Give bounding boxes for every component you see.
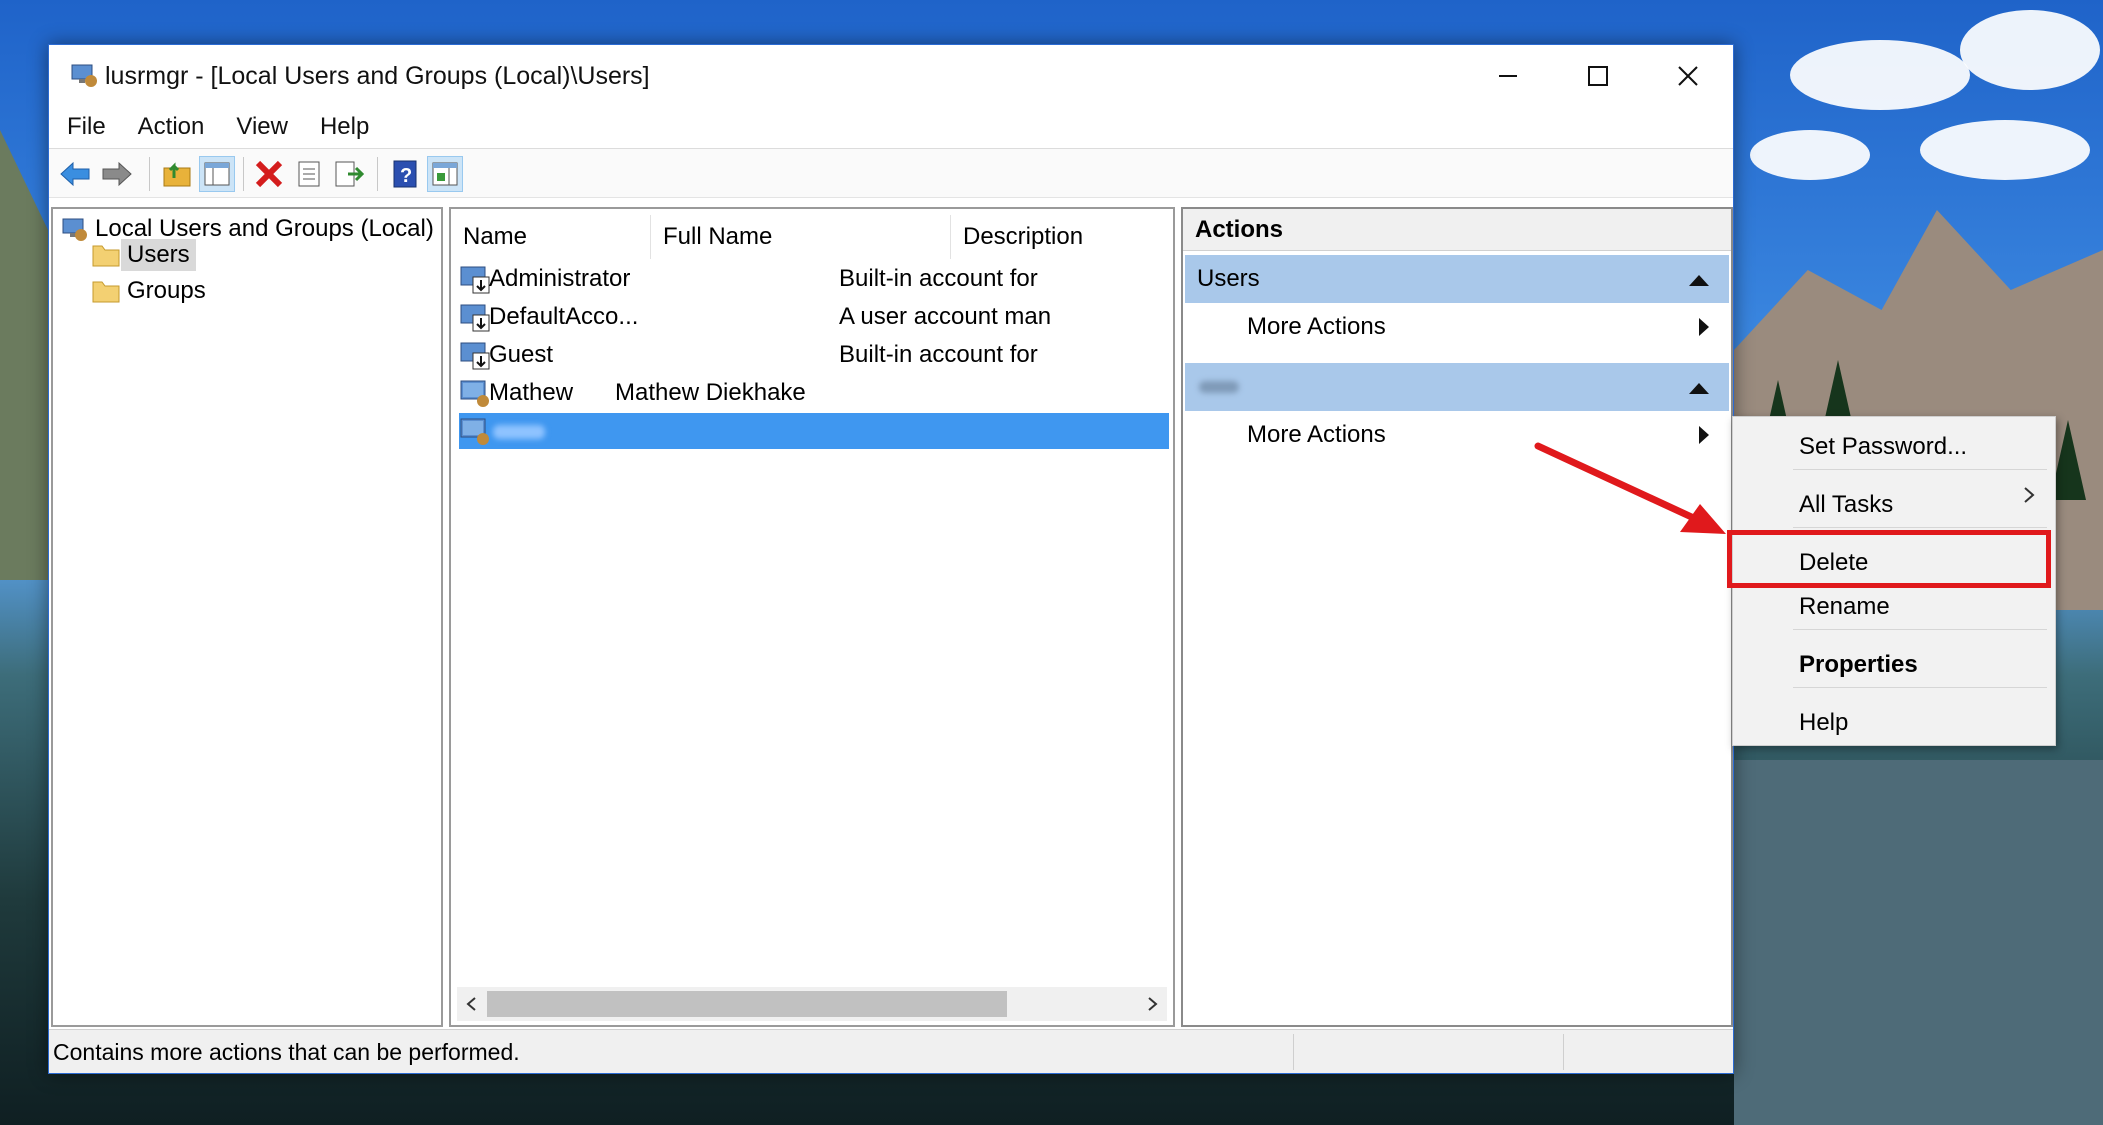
status-divider bbox=[1563, 1034, 1564, 1070]
delete-highlight-box bbox=[1727, 530, 2051, 588]
show-hide-action-pane-icon[interactable] bbox=[427, 156, 463, 192]
menu-action[interactable]: Action bbox=[138, 113, 205, 141]
title-bar[interactable]: lusrmgr - [Local Users and Groups (Local… bbox=[49, 45, 1733, 107]
users-groups-icon bbox=[62, 218, 87, 241]
user-icon bbox=[460, 418, 489, 445]
more-actions-users[interactable]: More Actions bbox=[1183, 305, 1731, 349]
scrollbar-thumb[interactable] bbox=[487, 991, 1007, 1017]
up-folder-icon[interactable] bbox=[159, 156, 195, 192]
cloud bbox=[1790, 40, 1970, 110]
cloud bbox=[1920, 120, 2090, 180]
properties-icon[interactable] bbox=[291, 156, 327, 192]
menu-help[interactable]: Help bbox=[320, 113, 369, 141]
menu-separator bbox=[1793, 629, 2047, 630]
back-arrow-icon[interactable] bbox=[57, 156, 93, 192]
console-tree: Local Users and Groups (Local) Users Gro… bbox=[51, 207, 443, 1027]
forward-arrow-icon[interactable] bbox=[99, 156, 135, 192]
actions-group-label: Users bbox=[1197, 265, 1260, 292]
scroll-left-icon[interactable] bbox=[465, 997, 477, 1011]
column-header-description[interactable]: Description bbox=[951, 215, 1175, 259]
cloud bbox=[1750, 130, 1870, 180]
cell-description: Built-in account for bbox=[839, 265, 1038, 292]
menu-item-all-tasks[interactable]: All Tasks bbox=[1799, 491, 1893, 519]
window-title: lusrmgr - [Local Users and Groups (Local… bbox=[105, 62, 650, 90]
toolbar: ? bbox=[49, 148, 1733, 198]
tree-item-users-label: Users bbox=[121, 239, 196, 271]
cell-full-name: Mathew Diekhake bbox=[615, 379, 806, 406]
cloud bbox=[1960, 10, 2100, 90]
tree-item-groups[interactable]: Groups bbox=[91, 275, 212, 307]
more-actions-label: More Actions bbox=[1247, 313, 1386, 340]
scroll-right-icon[interactable] bbox=[1147, 997, 1159, 1011]
menu-separator bbox=[1793, 687, 2047, 688]
actions-group-selected-user[interactable] bbox=[1185, 363, 1729, 411]
svg-text:?: ? bbox=[400, 165, 412, 187]
folder-icon bbox=[92, 245, 120, 267]
status-bar: Contains more actions that can be perfor… bbox=[49, 1029, 1733, 1073]
menu-separator bbox=[1793, 527, 2047, 528]
menu-item-rename[interactable]: Rename bbox=[1799, 593, 1890, 621]
cell-name: DefaultAcco... bbox=[489, 303, 639, 330]
more-actions-label: More Actions bbox=[1247, 421, 1386, 448]
toolbar-separator bbox=[377, 157, 378, 191]
minimize-button[interactable] bbox=[1463, 45, 1553, 107]
toolbar-separator bbox=[149, 157, 150, 191]
folder-icon bbox=[92, 281, 120, 303]
computer-management-icon bbox=[71, 64, 97, 87]
actions-title: Actions bbox=[1183, 209, 1731, 251]
menu-item-set-password[interactable]: Set Password... bbox=[1799, 433, 1967, 461]
toolbar-separator bbox=[243, 157, 244, 191]
horizontal-scrollbar[interactable] bbox=[457, 987, 1167, 1021]
actions-group-users[interactable]: Users bbox=[1185, 255, 1729, 303]
annotation-arrow-icon bbox=[1534, 442, 1726, 534]
column-header-name[interactable]: Name bbox=[451, 215, 651, 259]
lusrmgr-window: lusrmgr - [Local Users and Groups (Local… bbox=[48, 44, 1734, 1074]
actions-pane: Actions Users More Actions More Actions bbox=[1181, 207, 1733, 1027]
menu-item-help[interactable]: Help bbox=[1799, 709, 1848, 737]
mountain bbox=[0, 130, 48, 580]
redacted-username bbox=[493, 425, 545, 439]
cell-description: A user account man bbox=[839, 303, 1052, 330]
table-row[interactable]: Guest Built-in account for bbox=[459, 337, 1169, 373]
menu-separator bbox=[1793, 469, 2047, 470]
close-button[interactable] bbox=[1643, 45, 1733, 107]
menu-item-properties[interactable]: Properties bbox=[1799, 651, 1918, 679]
menu-file[interactable]: File bbox=[67, 113, 106, 141]
cell-name: Administrator bbox=[489, 265, 631, 292]
collapse-icon[interactable] bbox=[1689, 275, 1709, 286]
table-row[interactable]: DefaultAcco... A user account man bbox=[459, 299, 1169, 335]
lake-reflection bbox=[1734, 760, 2103, 1125]
redacted-username bbox=[1199, 381, 1239, 393]
export-list-icon[interactable] bbox=[331, 156, 367, 192]
user-icon bbox=[460, 266, 490, 294]
show-hide-tree-icon[interactable] bbox=[199, 156, 235, 192]
user-icon bbox=[460, 342, 490, 370]
menu-bar: File Action View Help bbox=[49, 107, 1733, 147]
chevron-right-icon bbox=[2024, 487, 2035, 503]
table-row[interactable]: Mathew Mathew Diekhake bbox=[459, 375, 1169, 411]
collapse-icon[interactable] bbox=[1689, 383, 1709, 394]
users-list: Name Full Name Description Administrator… bbox=[449, 207, 1175, 1027]
column-header-full-name[interactable]: Full Name bbox=[651, 215, 951, 259]
cell-name: Guest bbox=[489, 341, 554, 368]
status-text: Contains more actions that can be perfor… bbox=[53, 1039, 520, 1065]
user-icon bbox=[460, 304, 490, 332]
user-icon bbox=[460, 380, 489, 407]
tree-item-groups-label: Groups bbox=[127, 277, 206, 304]
status-divider bbox=[1293, 1034, 1294, 1070]
cell-description: Built-in account for bbox=[839, 341, 1038, 368]
submenu-arrow-icon bbox=[1699, 318, 1709, 336]
table-row-selected[interactable] bbox=[459, 413, 1169, 449]
tree-item-users[interactable]: Users bbox=[91, 239, 196, 271]
maximize-button[interactable] bbox=[1553, 45, 1643, 107]
help-icon[interactable]: ? bbox=[387, 156, 423, 192]
delete-icon[interactable] bbox=[251, 156, 287, 192]
menu-view[interactable]: View bbox=[236, 113, 288, 141]
table-row[interactable]: Administrator Built-in account for bbox=[459, 261, 1169, 297]
